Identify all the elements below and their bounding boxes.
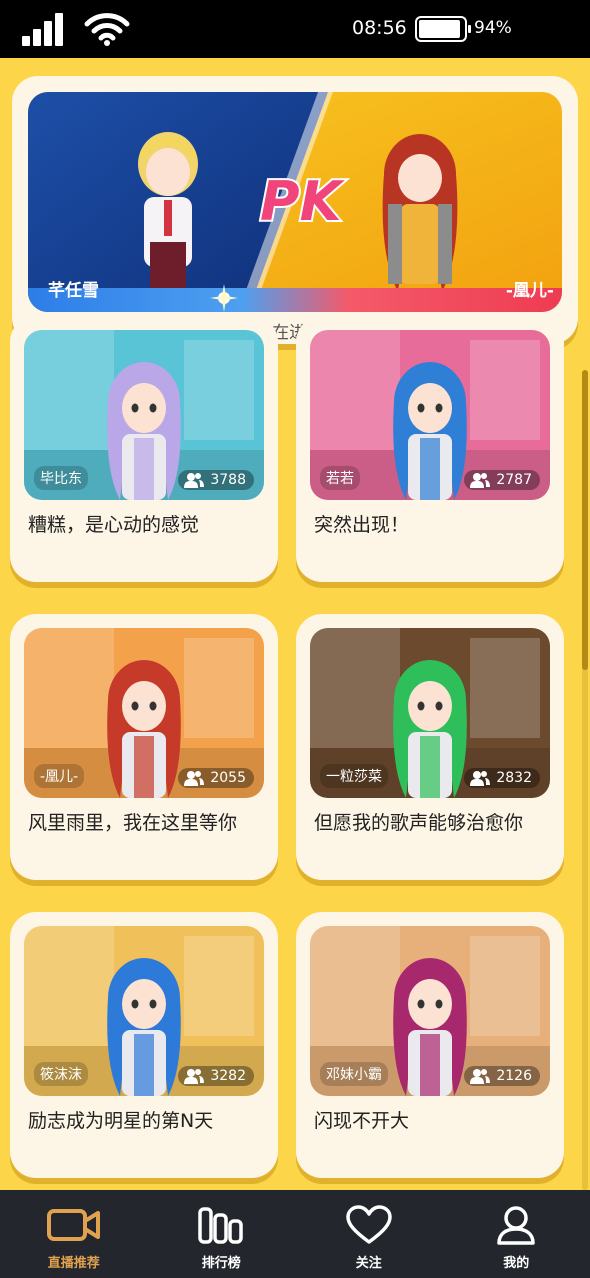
stream-thumbnail: 若若 2787 [310, 330, 550, 500]
viewers-icon [184, 771, 205, 786]
pk-left-streamer-name: 芊任雪 [48, 281, 99, 301]
viewer-count-value: 2787 [496, 472, 532, 488]
stream-title: 但愿我的歌声能够治愈你 [314, 812, 524, 834]
stream-thumbnail: 筱沫沫 3282 [24, 926, 264, 1096]
stream-title: 突然出现！ [314, 514, 410, 536]
stream-card[interactable]: -凰儿- 2055 风里雨里，我在这里等你 [10, 614, 278, 880]
stream-thumbnail: 一粒莎菜 2832 [310, 628, 550, 798]
viewer-count-value: 3282 [210, 1068, 246, 1084]
ranking-bars-icon [197, 1204, 245, 1246]
nav-item-follow[interactable]: 关注 [295, 1190, 443, 1278]
viewer-count: 2832 [464, 768, 540, 788]
stream-card[interactable]: 毕比东 3788 糟糕，是心动的感觉 [10, 316, 278, 582]
nav-item-ranking[interactable]: 排行榜 [148, 1190, 296, 1278]
viewers-icon [470, 1069, 491, 1084]
stream-card[interactable]: 若若 2787 突然出现！ [296, 316, 564, 582]
clock: 08:56 [352, 17, 407, 39]
streamer-name: 毕比东 [34, 466, 88, 490]
viewer-count: 3282 [178, 1066, 254, 1086]
pk-right-streamer-name: -凰儿- [505, 281, 554, 301]
nav-item-live[interactable]: 直播推荐 [0, 1190, 148, 1278]
signal-icon [22, 12, 66, 46]
viewers-icon [184, 473, 205, 488]
user-icon [496, 1204, 536, 1246]
stream-card[interactable]: 一粒莎菜 2832 但愿我的歌声能够治愈你 [296, 614, 564, 880]
pk-banner[interactable]: PK 芊任雪 -凰儿- PK正在进行中... [12, 76, 578, 344]
viewers-icon [470, 473, 491, 488]
nav-label: 我的 [503, 1256, 530, 1271]
streamer-name: 筱沫沫 [34, 1062, 88, 1086]
heart-icon [346, 1204, 392, 1246]
stream-thumbnail: 毕比东 3788 [24, 330, 264, 500]
stream-title: 糟糕，是心动的感觉 [28, 514, 200, 536]
stream-title: 风里雨里，我在这里等你 [28, 812, 238, 834]
battery-icon [415, 16, 471, 42]
battery-percent: 94% [474, 18, 512, 38]
viewer-count: 3788 [178, 470, 254, 490]
viewer-count: 2126 [464, 1066, 540, 1086]
viewer-count: 2055 [178, 768, 254, 788]
scrollbar[interactable] [582, 370, 588, 1190]
stream-title: 励志成为明星的第N天 [28, 1110, 214, 1132]
svg-text:PK: PK [260, 170, 346, 233]
streamer-name: 一粒莎菜 [320, 764, 388, 788]
streamer-name: 邓妹小霸 [320, 1062, 388, 1086]
viewer-count-value: 2126 [496, 1068, 532, 1084]
nav-label: 关注 [355, 1256, 382, 1271]
scrollbar-thumb[interactable] [582, 370, 588, 670]
viewer-count-value: 2832 [496, 770, 532, 786]
nav-label: 直播推荐 [47, 1256, 100, 1271]
viewers-icon [184, 1069, 205, 1084]
nav-item-mine[interactable]: 我的 [443, 1190, 590, 1278]
stream-thumbnail: 邓妹小霸 2126 [310, 926, 550, 1096]
viewers-icon [470, 771, 491, 786]
status-bar: 08:56 94% [0, 0, 590, 58]
stream-card[interactable]: 邓妹小霸 2126 闪现不开大 [296, 912, 564, 1178]
viewer-count: 2787 [464, 470, 540, 490]
bottom-nav: 直播推荐 排行榜 关注 我的 [0, 1190, 590, 1278]
wifi-icon [84, 13, 130, 46]
viewer-count-value: 3788 [210, 472, 246, 488]
streamer-name: -凰儿- [34, 764, 85, 788]
stream-card[interactable]: 筱沫沫 3282 励志成为明星的第N天 [10, 912, 278, 1178]
video-camera-icon [46, 1204, 102, 1246]
nav-label: 排行榜 [201, 1256, 241, 1271]
stream-thumbnail: -凰儿- 2055 [24, 628, 264, 798]
stream-title: 闪现不开大 [314, 1110, 410, 1132]
pk-scene-image: PK [28, 92, 562, 312]
streamer-name: 若若 [320, 466, 360, 490]
viewer-count-value: 2055 [210, 770, 246, 786]
